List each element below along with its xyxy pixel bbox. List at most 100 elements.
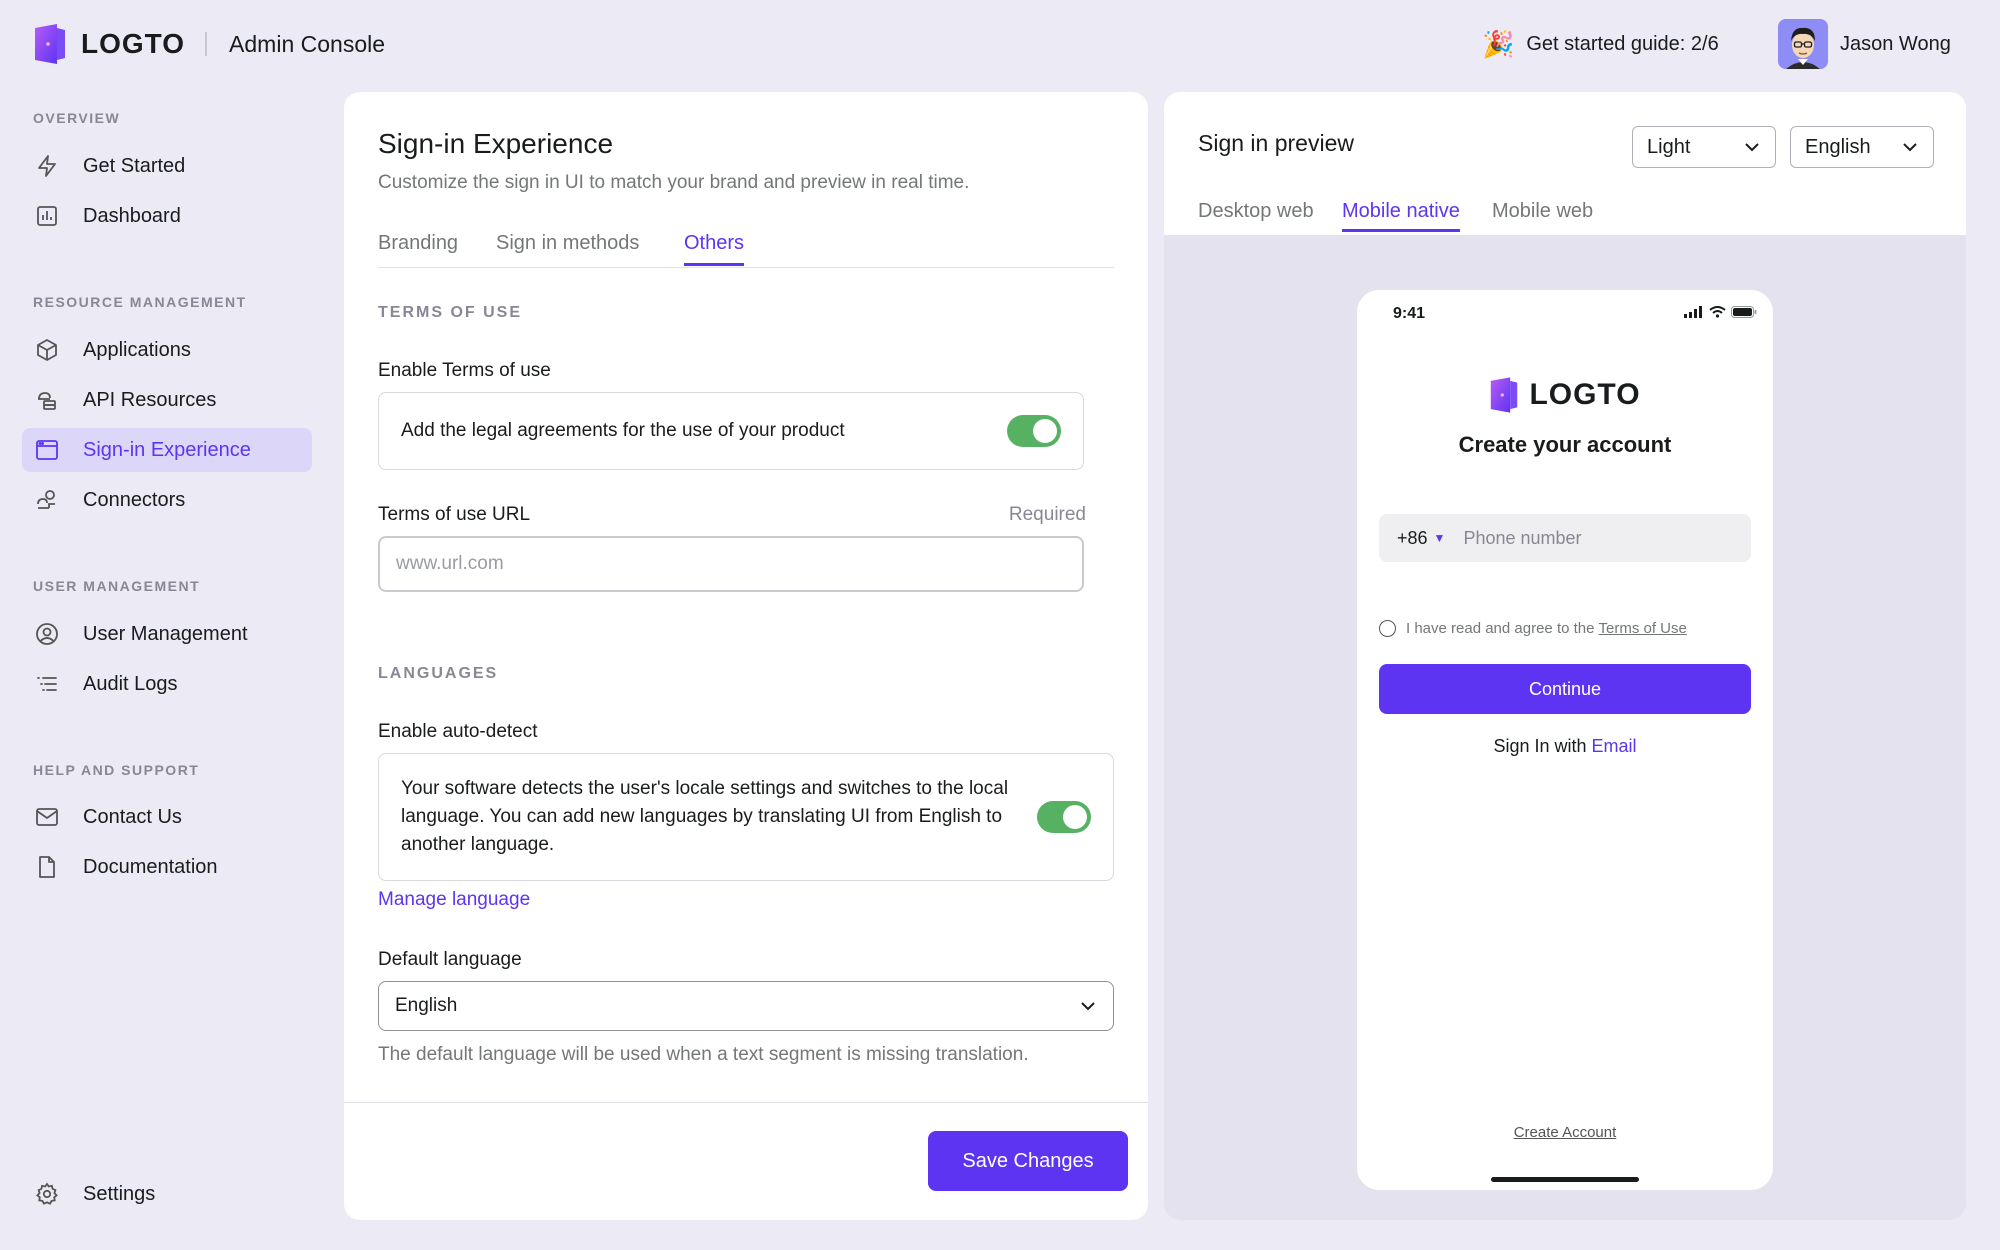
avatar xyxy=(1778,19,1828,69)
chevron-down-icon xyxy=(1081,1002,1095,1011)
sidebar-item-label: Dashboard xyxy=(83,204,181,227)
nav-group-title-help-and-support: HELP AND SUPPORT xyxy=(33,762,200,778)
enable-terms-description: Add the legal agreements for the use of … xyxy=(401,420,845,441)
terms-of-use-link[interactable]: Terms of Use xyxy=(1598,620,1686,637)
list-icon xyxy=(34,671,60,697)
chevron-down-icon xyxy=(1903,143,1917,152)
sidebar-item-label: Settings xyxy=(83,1182,156,1205)
mail-icon xyxy=(34,804,60,830)
document-icon xyxy=(34,854,60,880)
guide-progress-text: Get started guide: 2/6 xyxy=(1526,32,1719,55)
phone-mockup: 9:41 LOGTO Create your account +86 ▼ Pho… xyxy=(1357,290,1773,1190)
sidebar-item-label: Get Started xyxy=(83,154,186,177)
sign-in-preview-card: Sign in preview Light English Desktop we… xyxy=(1164,92,1966,1220)
sidebar-item-user-management[interactable]: User Management xyxy=(22,612,312,656)
chevron-down-icon: ▼ xyxy=(1433,531,1446,545)
tab-sign-in-methods[interactable]: Sign in methods xyxy=(496,232,639,263)
sidebar-item-get-started[interactable]: Get Started xyxy=(22,144,312,188)
page-title: Sign-in Experience xyxy=(378,128,614,159)
sign-in-with-text: Sign In with xyxy=(1493,736,1587,756)
terms-url-required: Required xyxy=(1008,504,1086,525)
auto-detect-label: Enable auto-detect xyxy=(378,721,538,742)
brand-wordmark: LOGTO xyxy=(81,28,186,59)
theme-select[interactable]: Light xyxy=(1632,126,1776,168)
avatar-illustration-icon xyxy=(1778,19,1828,69)
tab-desktop-web[interactable]: Desktop web xyxy=(1198,200,1314,229)
sidebar-item-label: Sign-in Experience xyxy=(83,438,251,461)
auto-detect-toggle[interactable] xyxy=(1037,801,1091,833)
card-footer: Save Changes xyxy=(344,1102,1148,1220)
tab-others[interactable]: Others xyxy=(684,232,745,266)
status-bar-time: 9:41 xyxy=(1393,305,1426,322)
sign-in-email-link[interactable]: Email xyxy=(1592,736,1637,756)
enable-terms-box: Add the legal agreements for the use of … xyxy=(378,392,1084,470)
country-code[interactable]: +86 xyxy=(1397,528,1428,549)
app-title: Admin Console xyxy=(229,30,386,57)
status-bar-icons xyxy=(1684,306,1757,318)
sidebar-item-sign-in-experience[interactable]: Sign-in Experience xyxy=(22,428,312,472)
sidebar-item-contact-us[interactable]: Contact Us xyxy=(22,795,312,839)
manage-language-link[interactable]: Manage language xyxy=(378,889,530,911)
page-subtitle: Customize the sign in UI to match your b… xyxy=(378,172,970,193)
terms-agree-radio[interactable] xyxy=(1379,620,1396,637)
default-language-select[interactable]: English xyxy=(378,981,1114,1031)
sidebar-item-label: Audit Logs xyxy=(83,672,178,695)
user-circle-icon xyxy=(34,621,60,647)
sidebar-item-documentation[interactable]: Documentation xyxy=(22,845,312,889)
brand[interactable]: LOGTO Admin Console xyxy=(33,22,385,66)
section-title-languages: LANGUAGES xyxy=(378,665,499,682)
sidebar-item-api-resources[interactable]: API Resources xyxy=(22,378,312,422)
signal-icon xyxy=(1684,306,1702,318)
preview-language-select[interactable]: English xyxy=(1790,126,1934,168)
phone-brand-wordmark: LOGTO xyxy=(1529,378,1641,411)
auto-detect-box: Your software detects the user's locale … xyxy=(378,753,1114,881)
api-resources-icon xyxy=(34,387,60,413)
tab-branding[interactable]: Branding xyxy=(378,232,458,263)
brand-divider xyxy=(205,32,208,56)
create-account-heading: Create your account xyxy=(1458,432,1672,457)
lightning-icon xyxy=(34,153,60,179)
connector-icon xyxy=(34,487,60,513)
gear-icon xyxy=(34,1181,60,1207)
sign-in-experience-card: Sign-in Experience Customize the sign in… xyxy=(344,92,1148,1220)
get-started-guide-button[interactable]: 🎉 Get started guide: 2/6 xyxy=(1482,28,1719,60)
theme-select-value: Light xyxy=(1647,135,1691,158)
default-language-helper: The default language will be used when a… xyxy=(378,1044,1029,1065)
phone-number-placeholder: Phone number xyxy=(1463,527,1582,548)
user-name: Jason Wong xyxy=(1840,32,1951,55)
sidebar-item-settings[interactable]: Settings xyxy=(22,1172,312,1216)
tab-mobile-native[interactable]: Mobile native xyxy=(1342,200,1460,232)
terms-agree-text: I have read and agree to the xyxy=(1406,620,1595,637)
battery-icon xyxy=(1731,306,1757,318)
create-account-link[interactable]: Create Account xyxy=(1357,1124,1773,1141)
sidebar-item-applications[interactable]: Applications xyxy=(22,328,312,372)
terms-url-input[interactable] xyxy=(378,536,1084,592)
phone-number-input[interactable]: +86 ▼ Phone number xyxy=(1379,514,1751,562)
sidebar-item-label: Connectors xyxy=(83,488,186,511)
nav-group-title-overview: OVERVIEW xyxy=(33,110,121,126)
browser-window-icon xyxy=(34,437,60,463)
top-bar: LOGTO Admin Console 🎉 Get started guide:… xyxy=(0,0,2000,88)
preview-canvas: 9:41 LOGTO Create your account +86 ▼ Pho… xyxy=(1164,235,1966,1220)
cube-icon xyxy=(34,337,60,363)
sidebar-item-connectors[interactable]: Connectors xyxy=(22,478,312,522)
enable-terms-toggle[interactable] xyxy=(1007,415,1061,447)
tab-mobile-web[interactable]: Mobile web xyxy=(1492,200,1593,229)
user-menu[interactable]: Jason Wong xyxy=(1778,19,1951,69)
auto-detect-description: Your software detects the user's locale … xyxy=(401,778,1009,855)
logto-logo-icon xyxy=(35,24,65,64)
sidebar-item-audit-logs[interactable]: Audit Logs xyxy=(22,662,312,706)
default-language-value: English xyxy=(395,995,458,1016)
home-indicator xyxy=(1491,1177,1639,1182)
wifi-icon xyxy=(1709,306,1726,318)
sidebar-item-label: Contact Us xyxy=(83,805,182,828)
terms-agreement: I have read and agree to the Terms of Us… xyxy=(1379,620,1687,637)
chevron-down-icon xyxy=(1745,143,1759,152)
sidebar-item-label: User Management xyxy=(83,622,248,645)
save-changes-button[interactable]: Save Changes xyxy=(928,1131,1128,1191)
sidebar-item-dashboard[interactable]: Dashboard xyxy=(22,194,312,238)
sidebar-item-label: Documentation xyxy=(83,855,218,878)
enable-terms-label: Enable Terms of use xyxy=(378,360,551,381)
bar-chart-icon xyxy=(34,203,60,229)
continue-button[interactable]: Continue xyxy=(1379,664,1751,714)
